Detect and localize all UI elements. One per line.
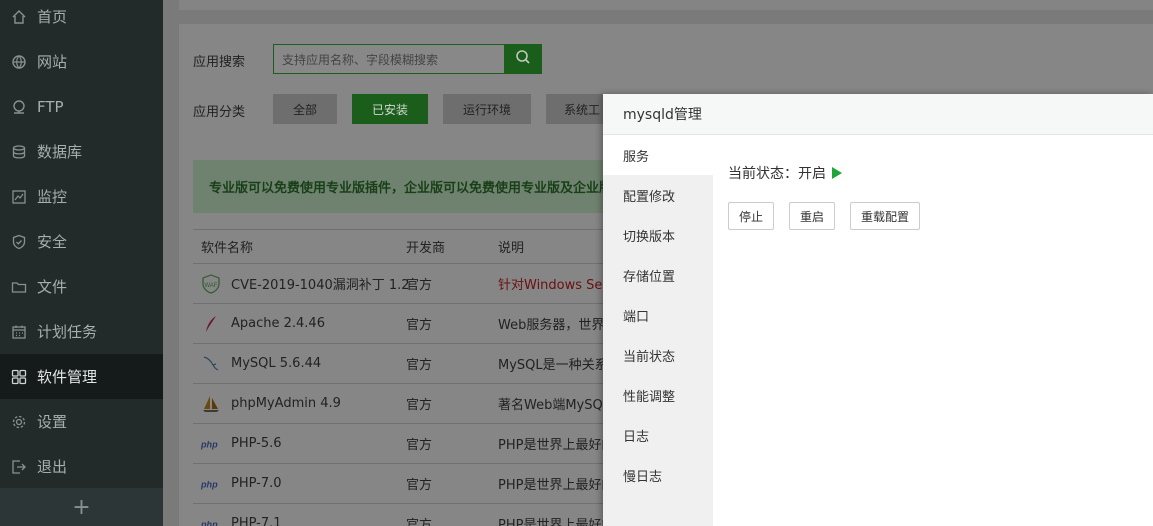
sidebar-item-label: 退出 bbox=[37, 458, 68, 476]
software-name: MySQL 5.6.44 bbox=[231, 356, 322, 371]
sidebar-item-label: 计划任务 bbox=[37, 323, 98, 341]
restart-button[interactable]: 重启 bbox=[789, 202, 835, 230]
software-name: phpMyAdmin 4.9 bbox=[231, 396, 341, 411]
sidebar-item-settings[interactable]: 设置 bbox=[0, 399, 163, 444]
stop-button[interactable]: 停止 bbox=[728, 202, 774, 230]
software-name: Apache 2.4.46 bbox=[231, 316, 325, 331]
category-all-button[interactable]: 全部 bbox=[273, 94, 337, 124]
sidebar-item-label: 软件管理 bbox=[37, 368, 98, 386]
software-description: Web服务器，世界排 bbox=[498, 318, 608, 333]
folder-icon bbox=[10, 278, 28, 296]
header-developer: 开发商 bbox=[406, 241, 446, 256]
svg-text:php: php bbox=[201, 519, 218, 526]
sidebar-item-monitor[interactable]: 监控 bbox=[0, 174, 163, 219]
mysqld-manager-modal: mysqld管理 服务 配置修改 切换版本 存储位置 端口 当前状态 性能调整 … bbox=[603, 94, 1153, 526]
software-description: 著名Web端MySQL bbox=[498, 398, 608, 413]
sidebar: 首页 网站 FTP 数据库 监控 安全 文件 计划任务 软件管理 设置 退出 + bbox=[0, 0, 163, 526]
search-icon bbox=[515, 49, 531, 69]
sidebar-item-label: 首页 bbox=[37, 8, 68, 26]
category-runtime-button[interactable]: 运行环境 bbox=[443, 94, 531, 124]
software-developer: 官方 bbox=[406, 278, 433, 293]
software-developer: 官方 bbox=[406, 438, 433, 453]
software-name: PHP-7.0 bbox=[231, 476, 282, 491]
ftp-icon bbox=[10, 98, 28, 116]
svg-text:php: php bbox=[201, 479, 218, 489]
add-button[interactable]: + bbox=[0, 488, 163, 526]
search-button[interactable] bbox=[504, 44, 542, 74]
tab-service[interactable]: 服务 bbox=[603, 135, 713, 175]
software-description: PHP是世界上最好的 bbox=[498, 438, 608, 453]
tab-switch-version[interactable]: 切换版本 bbox=[603, 215, 713, 255]
status-text: 当前状态：开启 bbox=[728, 166, 826, 182]
software-description: MySQL是一种关系数 bbox=[498, 358, 608, 373]
software-description: 针对Windows Serv bbox=[498, 278, 608, 293]
software-name: CVE-2019-1040漏洞补丁 1.2 bbox=[231, 278, 410, 293]
software-name: PHP-5.6 bbox=[231, 436, 282, 451]
modal-tab-list: 服务 配置修改 切换版本 存储位置 端口 当前状态 性能调整 日志 慢日志 bbox=[603, 135, 713, 526]
reload-config-button[interactable]: 重载配置 bbox=[850, 202, 920, 230]
sidebar-item-label: 设置 bbox=[37, 413, 68, 431]
tab-performance[interactable]: 性能调整 bbox=[603, 375, 713, 415]
software-name: PHP-7.1 bbox=[231, 516, 282, 526]
svg-text:php: php bbox=[201, 439, 218, 449]
logout-icon bbox=[10, 458, 28, 476]
sidebar-item-label: 网站 bbox=[37, 53, 68, 71]
sidebar-item-label: 数据库 bbox=[37, 143, 83, 161]
tab-slow-log[interactable]: 慢日志 bbox=[603, 455, 713, 495]
php-icon: php bbox=[201, 434, 221, 454]
tab-config[interactable]: 配置修改 bbox=[603, 175, 713, 215]
sidebar-item-software[interactable]: 软件管理 bbox=[0, 354, 163, 399]
apache-feather-icon bbox=[201, 314, 221, 334]
mysql-dolphin-icon bbox=[201, 354, 221, 374]
waf-icon: WAF bbox=[201, 273, 221, 294]
header-name: 软件名称 bbox=[201, 241, 254, 256]
monitor-icon bbox=[10, 188, 28, 206]
play-icon bbox=[832, 167, 842, 179]
software-developer: 官方 bbox=[406, 318, 433, 333]
tab-status[interactable]: 当前状态 bbox=[603, 335, 713, 375]
search-input[interactable]: 支持应用名称、字段模糊搜索 bbox=[273, 44, 505, 74]
category-label: 应用分类 bbox=[193, 105, 246, 120]
top-card bbox=[179, 0, 1153, 10]
sidebar-item-label: 监控 bbox=[37, 188, 68, 206]
sidebar-item-label: 文件 bbox=[37, 278, 68, 296]
sidebar-item-cron[interactable]: 计划任务 bbox=[0, 309, 163, 354]
tab-log[interactable]: 日志 bbox=[603, 415, 713, 455]
apps-icon bbox=[10, 368, 28, 386]
software-developer: 官方 bbox=[406, 478, 433, 493]
sidebar-item-database[interactable]: 数据库 bbox=[0, 129, 163, 174]
header-description: 说明 bbox=[498, 241, 525, 256]
gear-icon bbox=[10, 413, 28, 431]
software-developer: 官方 bbox=[406, 358, 433, 373]
software-developer: 官方 bbox=[406, 398, 433, 413]
sidebar-item-ftp[interactable]: FTP bbox=[0, 84, 163, 129]
service-status: 当前状态：开启 bbox=[728, 163, 842, 183]
sidebar-item-files[interactable]: 文件 bbox=[0, 264, 163, 309]
sidebar-item-logout[interactable]: 退出 bbox=[0, 444, 163, 489]
software-description: PHP是世界上最好的 bbox=[498, 518, 608, 526]
database-icon bbox=[10, 143, 28, 161]
home-icon bbox=[10, 8, 28, 26]
software-developer: 官方 bbox=[406, 518, 433, 526]
modal-title: mysqld管理 bbox=[603, 94, 1153, 135]
php-icon: php bbox=[201, 514, 221, 526]
sidebar-item-home[interactable]: 首页 bbox=[0, 0, 163, 39]
sidebar-item-security[interactable]: 安全 bbox=[0, 219, 163, 264]
sidebar-item-label: 安全 bbox=[37, 233, 68, 251]
sidebar-item-website[interactable]: 网站 bbox=[0, 39, 163, 84]
php-icon: php bbox=[201, 474, 221, 494]
sidebar-item-label: FTP bbox=[37, 97, 64, 116]
svg-text:WAF: WAF bbox=[204, 283, 217, 289]
phpmyadmin-sail-icon bbox=[201, 394, 221, 414]
tab-port[interactable]: 端口 bbox=[603, 295, 713, 335]
globe-icon bbox=[10, 53, 28, 71]
shield-icon bbox=[10, 233, 28, 251]
tab-storage[interactable]: 存储位置 bbox=[603, 255, 713, 295]
category-installed-button[interactable]: 已安装 bbox=[352, 94, 428, 124]
calendar-icon bbox=[10, 323, 28, 341]
search-label: 应用搜索 bbox=[193, 55, 246, 70]
software-description: PHP是世界上最好的 bbox=[498, 478, 608, 493]
